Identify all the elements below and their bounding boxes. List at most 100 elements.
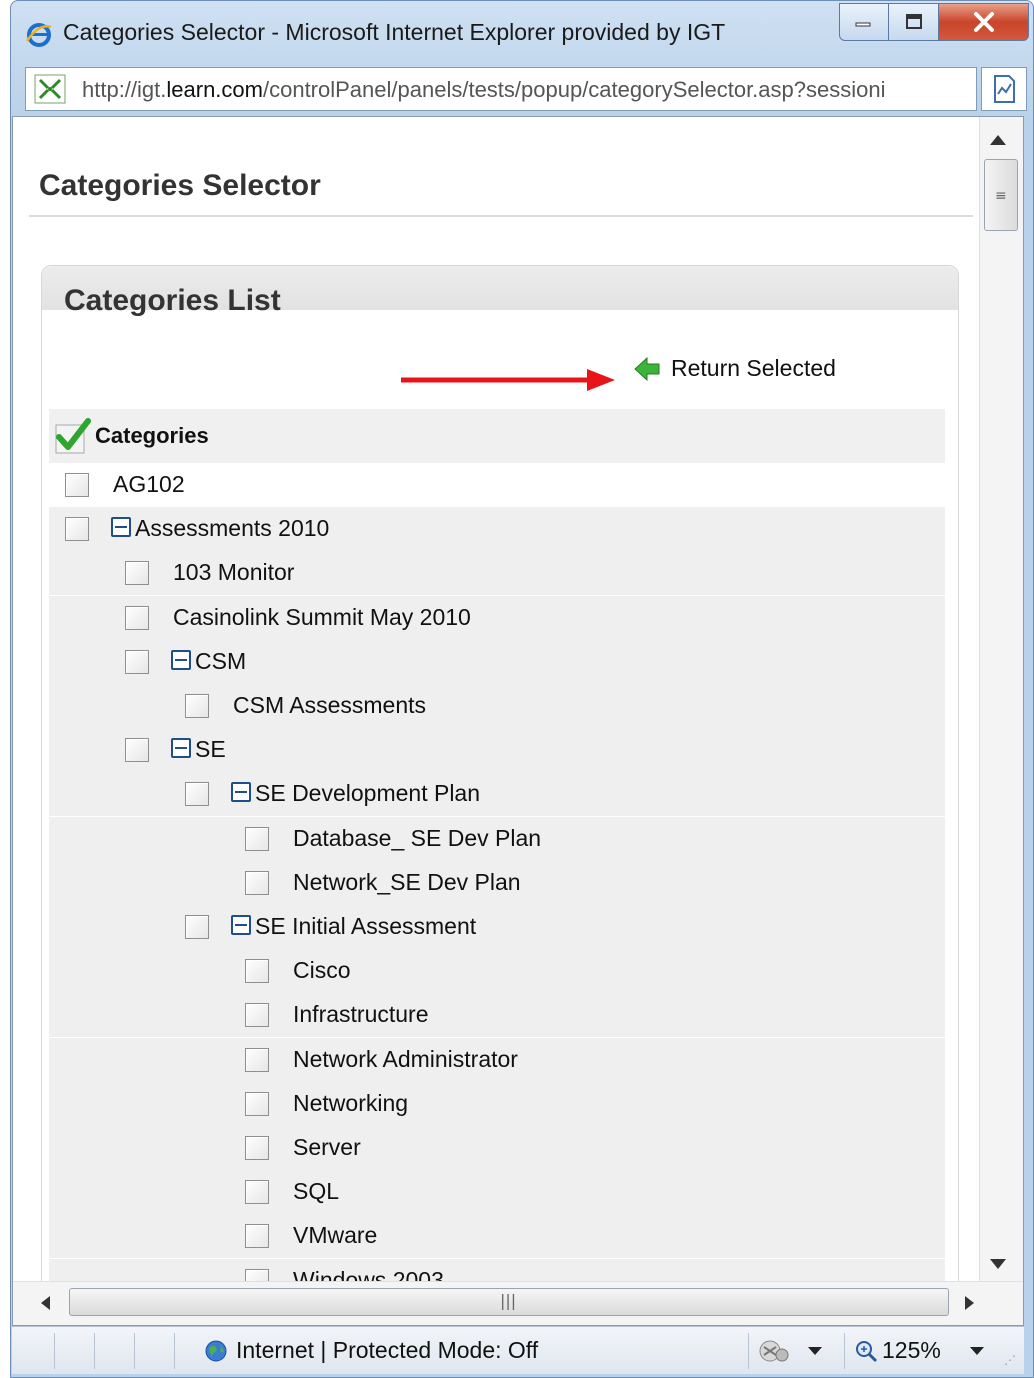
category-label[interactable]: VMware: [293, 1222, 377, 1249]
grip-icon: |||: [500, 1291, 517, 1310]
site-favicon-icon: [34, 74, 66, 104]
category-label[interactable]: Network Administrator: [293, 1046, 518, 1073]
category-label[interactable]: Infrastructure: [293, 1001, 429, 1028]
category-checkbox[interactable]: [245, 871, 269, 895]
category-checkbox[interactable]: [125, 650, 149, 674]
page-title: Categories Selector: [39, 169, 321, 202]
category-checkbox[interactable]: [245, 827, 269, 851]
category-checkbox[interactable]: [185, 694, 209, 718]
category-checkbox[interactable]: [245, 1269, 269, 1281]
tree-row: Infrastructure: [49, 993, 945, 1037]
tree-row: SQL: [49, 1170, 945, 1214]
category-checkbox[interactable]: [245, 1003, 269, 1027]
category-label[interactable]: AG102: [113, 471, 185, 498]
category-label[interactable]: Server: [293, 1134, 361, 1161]
category-label[interactable]: CSM: [195, 648, 246, 675]
window-controls: [839, 3, 1029, 45]
category-checkbox[interactable]: [125, 561, 149, 585]
window-title: Categories Selector - Microsoft Internet…: [63, 19, 726, 45]
tree-row: AG102: [49, 463, 945, 507]
category-label[interactable]: SE Initial Assessment: [255, 913, 476, 940]
category-checkbox[interactable]: [125, 606, 149, 630]
category-checkbox[interactable]: [125, 738, 149, 762]
category-label[interactable]: 103 Monitor: [173, 559, 294, 586]
scroll-left-icon[interactable]: [41, 1296, 50, 1310]
vertical-scroll-thumb[interactable]: ≡: [984, 159, 1018, 231]
minimize-button[interactable]: [839, 3, 889, 41]
resize-grip-icon[interactable]: ⋰: [1004, 1353, 1016, 1367]
category-checkbox[interactable]: [65, 473, 89, 497]
address-bar[interactable]: http://igt.learn.com/controlPanel/panels…: [25, 67, 977, 111]
category-label[interactable]: SQL: [293, 1178, 339, 1205]
tree-row: Network_SE Dev Plan: [49, 861, 945, 905]
horizontal-scrollbar[interactable]: |||: [13, 1281, 1023, 1325]
vertical-scrollbar[interactable]: ≡: [979, 117, 1023, 1281]
horizontal-scroll-thumb[interactable]: |||: [69, 1288, 949, 1316]
category-label[interactable]: CSM Assessments: [233, 692, 426, 719]
collapse-icon[interactable]: [171, 738, 191, 758]
collapse-icon[interactable]: [231, 915, 251, 935]
tree-row: Assessments 2010: [49, 507, 945, 551]
scroll-up-icon[interactable]: [990, 135, 1006, 145]
url-path: /controlPanel/panels/tests/popup/categor…: [262, 77, 886, 102]
category-label[interactable]: SE: [195, 736, 226, 763]
category-checkbox[interactable]: [245, 1180, 269, 1204]
categories-header: Categories: [49, 409, 945, 463]
url-field[interactable]: http://igt.learn.com/controlPanel/panels…: [82, 77, 972, 103]
tree-row: Server: [49, 1126, 945, 1170]
category-label[interactable]: Assessments 2010: [135, 515, 329, 542]
scroll-right-icon[interactable]: [965, 1296, 974, 1310]
maximize-icon: [905, 14, 922, 29]
return-selected-button[interactable]: Return Selected: [633, 355, 836, 382]
tree-row: Casinolink Summit May 2010: [49, 596, 945, 640]
category-label[interactable]: Casinolink Summit May 2010: [173, 604, 471, 631]
collapse-icon[interactable]: [111, 517, 131, 537]
category-checkbox[interactable]: [185, 915, 209, 939]
status-divider: [134, 1333, 135, 1369]
category-label[interactable]: Database_ SE Dev Plan: [293, 825, 541, 852]
page-viewport: Categories Selector Categories List Retu…: [12, 116, 1024, 1326]
minimize-icon: [855, 22, 871, 27]
title-divider: [29, 215, 973, 217]
category-label[interactable]: SE Development Plan: [255, 780, 480, 807]
globe-icon: [205, 1340, 227, 1362]
category-checkbox[interactable]: [65, 517, 89, 541]
tree-row: 103 Monitor: [49, 551, 945, 595]
green-checkmark-icon[interactable]: [53, 417, 91, 455]
page-icon: [994, 75, 1015, 103]
collapse-icon[interactable]: [231, 782, 251, 802]
collapse-icon[interactable]: [171, 650, 191, 670]
chevron-down-icon[interactable]: [808, 1347, 822, 1355]
category-label[interactable]: Networking: [293, 1090, 408, 1117]
ie-logo-icon: [25, 23, 52, 47]
tree-row: CSM Assessments: [49, 684, 945, 728]
category-label[interactable]: Windows 2003: [293, 1267, 444, 1281]
category-checkbox[interactable]: [245, 1136, 269, 1160]
category-checkbox[interactable]: [245, 1092, 269, 1116]
zone-status[interactable]: Internet | Protected Mode: Off: [236, 1337, 538, 1364]
page-feed-button[interactable]: [981, 67, 1027, 111]
category-checkbox[interactable]: [185, 782, 209, 806]
security-icon[interactable]: [754, 1337, 794, 1365]
maximize-button[interactable]: [889, 3, 939, 41]
status-divider: [94, 1333, 95, 1369]
category-checkbox[interactable]: [245, 959, 269, 983]
close-button[interactable]: [939, 3, 1029, 41]
grip-icon: ≡: [995, 188, 1007, 204]
tree-row: Cisco: [49, 949, 945, 993]
chevron-down-icon[interactable]: [970, 1347, 984, 1355]
tree-row: Windows 2003: [49, 1259, 945, 1281]
tree-row: SE Development Plan: [49, 772, 945, 816]
tree-row: Database_ SE Dev Plan: [49, 817, 945, 861]
category-checkbox[interactable]: [245, 1224, 269, 1248]
zoom-level[interactable]: 125%: [882, 1337, 941, 1364]
scroll-down-icon[interactable]: [990, 1259, 1006, 1269]
url-host: learn.com: [166, 77, 263, 102]
title-bar[interactable]: Categories Selector - Microsoft Internet…: [11, 1, 1033, 65]
tree-row: SE Initial Assessment: [49, 905, 945, 949]
category-label[interactable]: Cisco: [293, 957, 351, 984]
category-label[interactable]: Network_SE Dev Plan: [293, 869, 521, 896]
categories-header-label: Categories: [95, 423, 209, 448]
url-prefix: http://igt.: [82, 77, 167, 102]
category-checkbox[interactable]: [245, 1048, 269, 1072]
